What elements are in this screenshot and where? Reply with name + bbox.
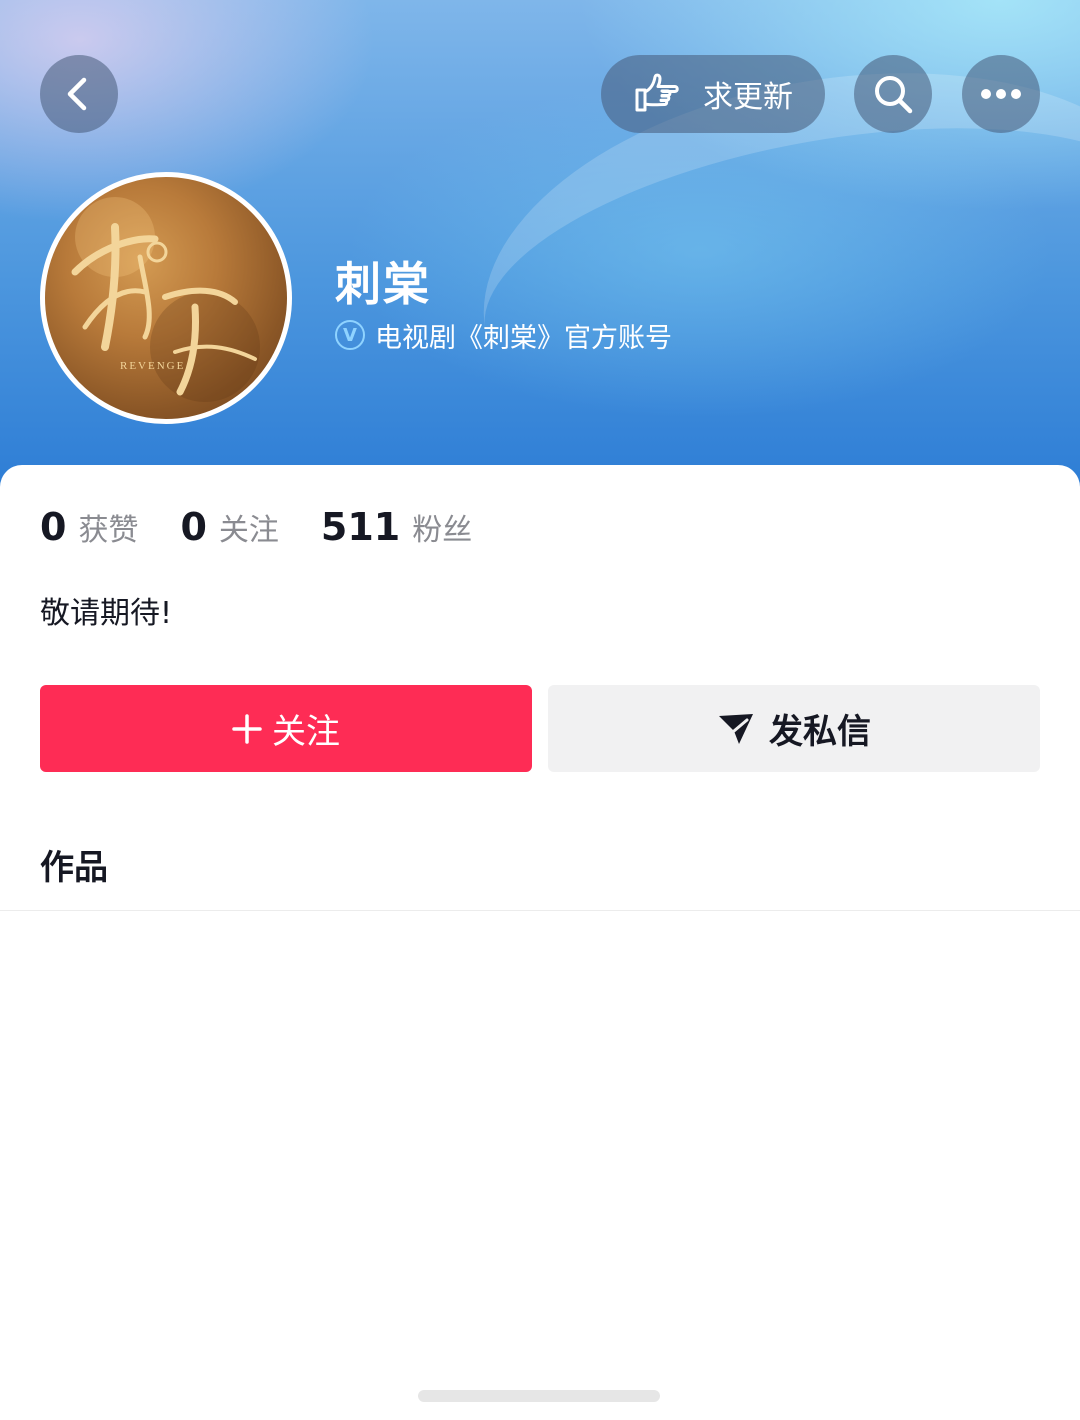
tab-divider xyxy=(0,910,1080,911)
verified-v-icon: V xyxy=(335,320,365,350)
bio-text: 敬请期待! xyxy=(40,596,173,631)
avatar[interactable]: REVENGE xyxy=(40,172,292,424)
follow-button[interactable]: 关注 xyxy=(40,685,532,772)
profile-name: 刺棠 xyxy=(335,257,431,311)
verification-text: 电视剧《刺棠》官方账号 xyxy=(375,322,672,354)
stat-following-value: 0 xyxy=(180,505,207,549)
avatar-calligraphy-logo: REVENGE xyxy=(71,197,260,402)
stats-row: 0 获赞 0 关注 511 粉丝 xyxy=(40,505,514,555)
stat-followers-label: 粉丝 xyxy=(412,513,473,548)
plus-icon xyxy=(232,713,262,744)
search-icon xyxy=(875,76,913,114)
send-message-label: 发私信 xyxy=(769,712,871,752)
more-dots-icon xyxy=(981,89,1021,99)
stat-following-label: 关注 xyxy=(218,513,279,548)
avatar-revenge-text: REVENGE xyxy=(120,360,185,372)
pointing-hand-icon xyxy=(635,73,679,112)
send-message-button[interactable]: 发私信 xyxy=(548,685,1040,772)
search-button[interactable] xyxy=(854,55,932,133)
stat-likes[interactable]: 0 获赞 xyxy=(40,505,138,549)
back-button[interactable] xyxy=(40,55,118,133)
chevron-left-icon xyxy=(67,77,87,111)
stat-likes-value: 0 xyxy=(40,505,67,549)
request-update-button[interactable]: 求更新 xyxy=(601,55,825,133)
stat-followers-value: 511 xyxy=(320,505,401,549)
stat-following[interactable]: 0 关注 xyxy=(180,505,278,549)
stat-likes-label: 获赞 xyxy=(78,513,139,548)
stat-followers[interactable]: 511 粉丝 xyxy=(321,505,472,549)
request-update-label: 求更新 xyxy=(703,80,793,115)
verification-row: V 电视剧《刺棠》官方账号 xyxy=(335,315,672,355)
home-indicator xyxy=(418,1390,660,1402)
more-button[interactable] xyxy=(962,55,1040,133)
follow-label: 关注 xyxy=(272,712,340,752)
tab-works[interactable]: 作品 xyxy=(40,840,108,889)
send-icon xyxy=(719,713,753,744)
